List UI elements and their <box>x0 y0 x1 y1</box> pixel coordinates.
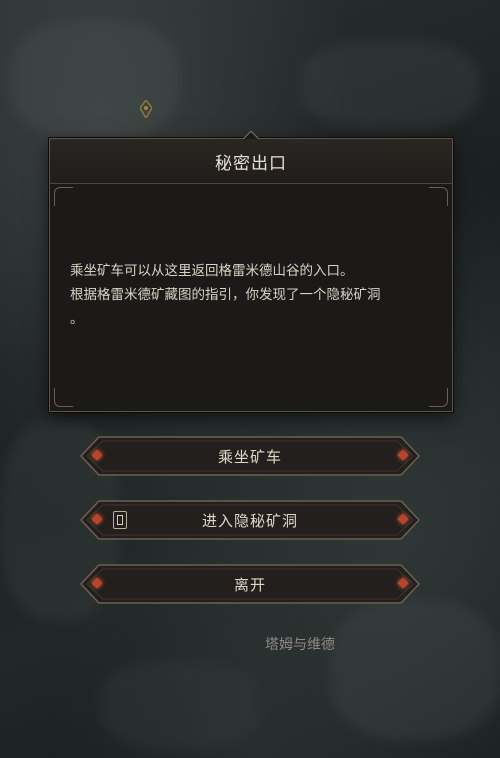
corner-ornament <box>54 388 73 407</box>
option-label: 离开 <box>233 575 266 594</box>
rock-texture <box>100 660 260 750</box>
rock-texture <box>300 40 480 130</box>
corner-ornament <box>54 187 73 206</box>
event-dialog: 秘密出口 乘坐矿车可以从这里返回格雷米德山谷的入口。 根据格雷米德矿藏图的指引，… <box>49 130 453 412</box>
rock-texture <box>330 600 500 740</box>
corner-ornament <box>429 388 448 407</box>
option-ride-minecart-button[interactable]: 乘坐矿车 <box>79 435 421 477</box>
dialog-text-line: 。 <box>70 311 84 327</box>
map-marker-icon <box>140 100 152 118</box>
map-location-label: 塔姆与维德 <box>265 637 335 653</box>
option-enter-hidden-mine-button[interactable]: 进入隐秘矿洞 <box>79 499 421 541</box>
quest-item-icon <box>113 511 127 529</box>
dialog-header: 秘密出口 <box>50 139 452 184</box>
option-label: 乘坐矿车 <box>217 447 282 466</box>
corner-ornament <box>429 187 448 206</box>
dialog-text-line: 根据格雷米德矿藏图的指引，你发现了一个隐秘矿洞 <box>70 287 381 303</box>
option-label: 进入隐秘矿洞 <box>201 511 298 530</box>
dialog-text-line: 乘坐矿车可以从这里返回格雷米德山谷的入口。 <box>70 263 354 279</box>
dialog-body: 乘坐矿车可以从这里返回格雷米德山谷的入口。 根据格雷米德矿藏图的指引，你发现了一… <box>70 259 434 331</box>
option-leave-button[interactable]: 离开 <box>79 563 421 605</box>
dialog-title: 秘密出口 <box>215 153 287 174</box>
rock-texture <box>10 20 180 140</box>
